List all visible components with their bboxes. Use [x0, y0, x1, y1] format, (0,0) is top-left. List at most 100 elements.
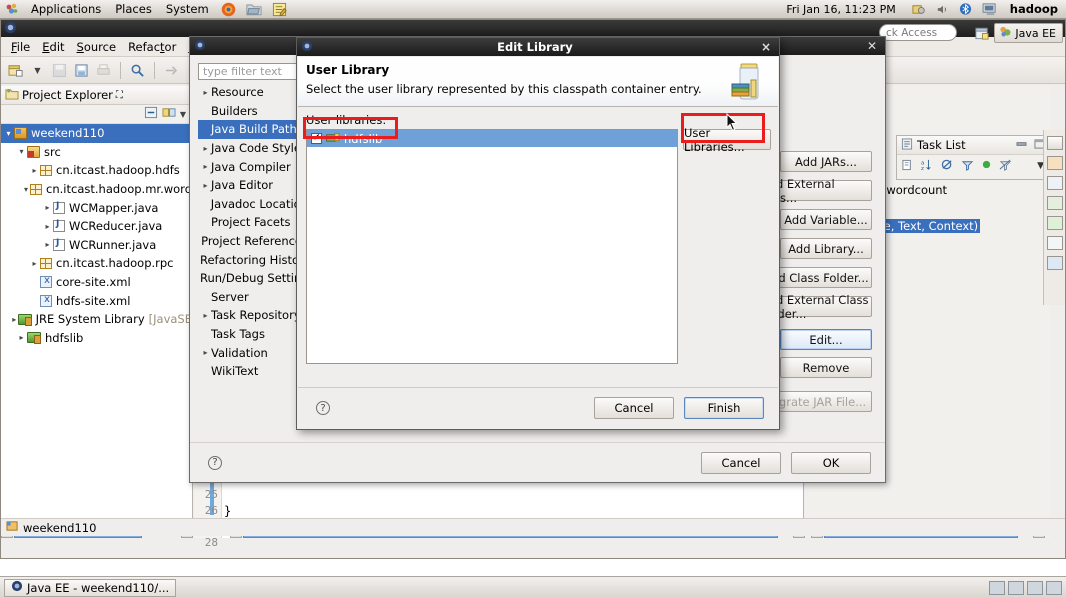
properties-tree-item-project-references[interactable]: Project References — [198, 232, 308, 251]
workspace-2[interactable] — [1008, 580, 1024, 595]
tree-item-jre-system-library[interactable]: JRE System Library[JavaSE — [1, 310, 192, 329]
build-path-button-add-jars[interactable]: Add JARs... — [780, 151, 872, 172]
chevron-down-icon[interactable] — [16, 147, 27, 156]
tree-item-wcreducer-java[interactable]: WCReducer.java — [1, 217, 192, 236]
panel-menu-applications[interactable]: Applications — [24, 1, 108, 17]
properties-tree-item-javadoc-location[interactable]: Javadoc Location — [198, 195, 308, 214]
build-path-button-add-library[interactable]: Add Library... — [780, 238, 872, 259]
workspace-1[interactable] — [989, 580, 1005, 595]
chevron-right-icon[interactable] — [200, 181, 211, 190]
panel-menu-system[interactable]: System — [159, 1, 216, 17]
quick-access-input[interactable]: ck Access — [879, 24, 957, 41]
chevron-down-icon[interactable] — [3, 129, 14, 138]
tree-item-weekend110[interactable]: weekend110 — [1, 124, 192, 143]
properties-tree-item-java-compiler[interactable]: Java Compiler — [198, 157, 308, 176]
chevron-right-icon[interactable] — [29, 259, 40, 268]
tree-item-core-site-xml[interactable]: core-site.xml — [1, 273, 192, 292]
text-editor-icon[interactable] — [272, 2, 287, 17]
menu-refactor[interactable]: Refactor — [122, 38, 182, 56]
open-perspective-icon[interactable] — [972, 24, 991, 43]
properties-tree-item-project-facets[interactable]: Project Facets — [198, 213, 308, 232]
chevron-right-icon[interactable] — [42, 203, 53, 212]
chevron-right-icon[interactable] — [11, 315, 18, 324]
panel-username[interactable]: hadoop — [1010, 2, 1058, 16]
properties-tree-item-java-editor[interactable]: Java Editor — [198, 176, 308, 195]
volume-icon[interactable] — [936, 3, 949, 16]
markers-view-icon[interactable] — [1046, 196, 1063, 210]
tree-item-src[interactable]: src — [1, 143, 192, 162]
build-path-button-edit[interactable]: Edit... — [780, 329, 872, 350]
workspace-3[interactable] — [1027, 580, 1043, 595]
properties-tree-item-task-tags[interactable]: Task Tags — [198, 325, 308, 344]
properties-tree-item-server[interactable]: Server — [198, 288, 308, 307]
properties-tree[interactable]: Resource Builders Java Build Path Java Code… — [198, 83, 308, 409]
user-libraries-button[interactable]: User Libraries... — [683, 126, 771, 154]
menu-edit[interactable]: Edit — [36, 38, 70, 56]
collapse-all-icon[interactable] — [144, 106, 158, 122]
user-libraries-list[interactable]: ✔ hdfslib — [306, 129, 678, 364]
properties-filter-input[interactable]: type filter text — [198, 63, 298, 80]
properties-view-icon[interactable] — [1046, 176, 1063, 190]
menu-file[interactable]: FFileile — [5, 38, 36, 56]
build-path-button-add-variable[interactable]: Add Variable... — [780, 209, 872, 230]
bluetooth-icon[interactable] — [959, 2, 972, 16]
tree-item-cn-itcast-hadoop-rpc[interactable]: cn.itcast.hadoop.rpc — [1, 254, 192, 273]
search-icon[interactable] — [128, 61, 147, 80]
filter-priority-icon[interactable] — [999, 159, 1012, 174]
properties-cancel-button[interactable]: Cancel — [701, 451, 781, 474]
chevron-right-icon[interactable] — [16, 333, 27, 342]
perspective-java-ee-button[interactable]: Java EE — [994, 23, 1063, 43]
tree-item-cn-itcast-hadoop-hdfs[interactable]: cn.itcast.hadoop.hdfs — [1, 161, 192, 180]
chevron-right-icon[interactable] — [42, 240, 53, 249]
chevron-right-icon[interactable] — [29, 166, 40, 175]
tree-item-cn-itcast-hadoop-mr-word[interactable]: cn.itcast.hadoop.mr.word — [1, 180, 192, 199]
chevron-down-icon[interactable] — [22, 185, 30, 194]
link-with-editor-icon[interactable] — [162, 106, 176, 122]
panel-clock[interactable]: Fri Jan 16, 11:23 PM — [786, 3, 895, 16]
properties-tree-item-task-repository[interactable]: Task Repository — [198, 306, 308, 325]
panel-menu-places[interactable]: Places — [108, 1, 159, 17]
data-source-explorer-icon[interactable] — [1046, 216, 1063, 230]
help-icon[interactable]: ? — [208, 455, 222, 470]
chevron-right-icon[interactable] — [42, 222, 53, 231]
properties-tree-item-java-code-style[interactable]: Java Code Style — [198, 139, 308, 158]
tree-item-hdfslib[interactable]: hdfslib — [1, 329, 192, 348]
chevron-right-icon[interactable] — [200, 348, 211, 357]
save-all-icon[interactable] — [72, 61, 91, 80]
edit-library-finish-button[interactable]: Finish — [684, 397, 764, 419]
console-view-icon[interactable] — [1046, 256, 1063, 270]
tree-item-wcmapper-java[interactable]: WCMapper.java — [1, 198, 192, 217]
firefox-icon[interactable] — [221, 2, 236, 17]
close-icon[interactable]: ✕ — [863, 39, 881, 53]
menu-source[interactable]: Source — [71, 38, 123, 56]
tree-item-wcrunner-java[interactable]: WCRunner.java — [1, 236, 192, 255]
properties-tree-item-refactoring-history[interactable]: Refactoring History — [198, 250, 308, 269]
files-icon[interactable] — [246, 2, 262, 16]
properties-tree-item-wikitext[interactable]: WikiText — [198, 362, 308, 381]
properties-tree-item-validation[interactable]: Validation — [198, 343, 308, 362]
taskbar-item-eclipse[interactable]: Java EE - weekend110/... — [4, 578, 177, 597]
project-explorer-tree[interactable]: weekend110 src cn.itcast.hadoop.hdfs cn.itc… — [1, 124, 192, 526]
properties-tree-item-builders[interactable]: Builders — [198, 102, 308, 121]
focus-mode-icon[interactable] — [941, 159, 954, 174]
project-explorer-tab[interactable]: Project Explorer ⛶ — [5, 87, 123, 103]
properties-tree-item-java-build-path[interactable]: Java Build Path — [198, 120, 308, 139]
list-item[interactable]: ✔ hdfslib — [307, 130, 677, 147]
checkbox-icon[interactable]: ✔ — [311, 133, 322, 144]
filter-complete-icon[interactable] — [961, 159, 974, 174]
chevron-right-icon[interactable] — [200, 144, 211, 153]
minimize-icon[interactable] — [1016, 138, 1027, 152]
snippets-view-icon[interactable] — [1046, 156, 1063, 170]
taskbar-workspace-switcher[interactable] — [989, 580, 1062, 595]
properties-ok-button[interactable]: OK — [791, 451, 871, 474]
close-icon[interactable]: ⛶ — [116, 90, 123, 101]
edit-library-cancel-button[interactable]: Cancel — [594, 397, 674, 419]
sort-icon[interactable]: az — [921, 159, 934, 174]
tree-item-hdfs-site-xml[interactable]: hdfs-site.xml — [1, 291, 192, 310]
servers-view-icon[interactable] — [1046, 136, 1063, 150]
chevron-right-icon[interactable] — [200, 311, 211, 320]
workspace-4[interactable] — [1046, 580, 1062, 595]
help-icon[interactable]: ? — [316, 401, 330, 415]
project-explorer-fastview-icon[interactable] — [1046, 236, 1063, 250]
chevron-right-icon[interactable] — [200, 88, 211, 97]
